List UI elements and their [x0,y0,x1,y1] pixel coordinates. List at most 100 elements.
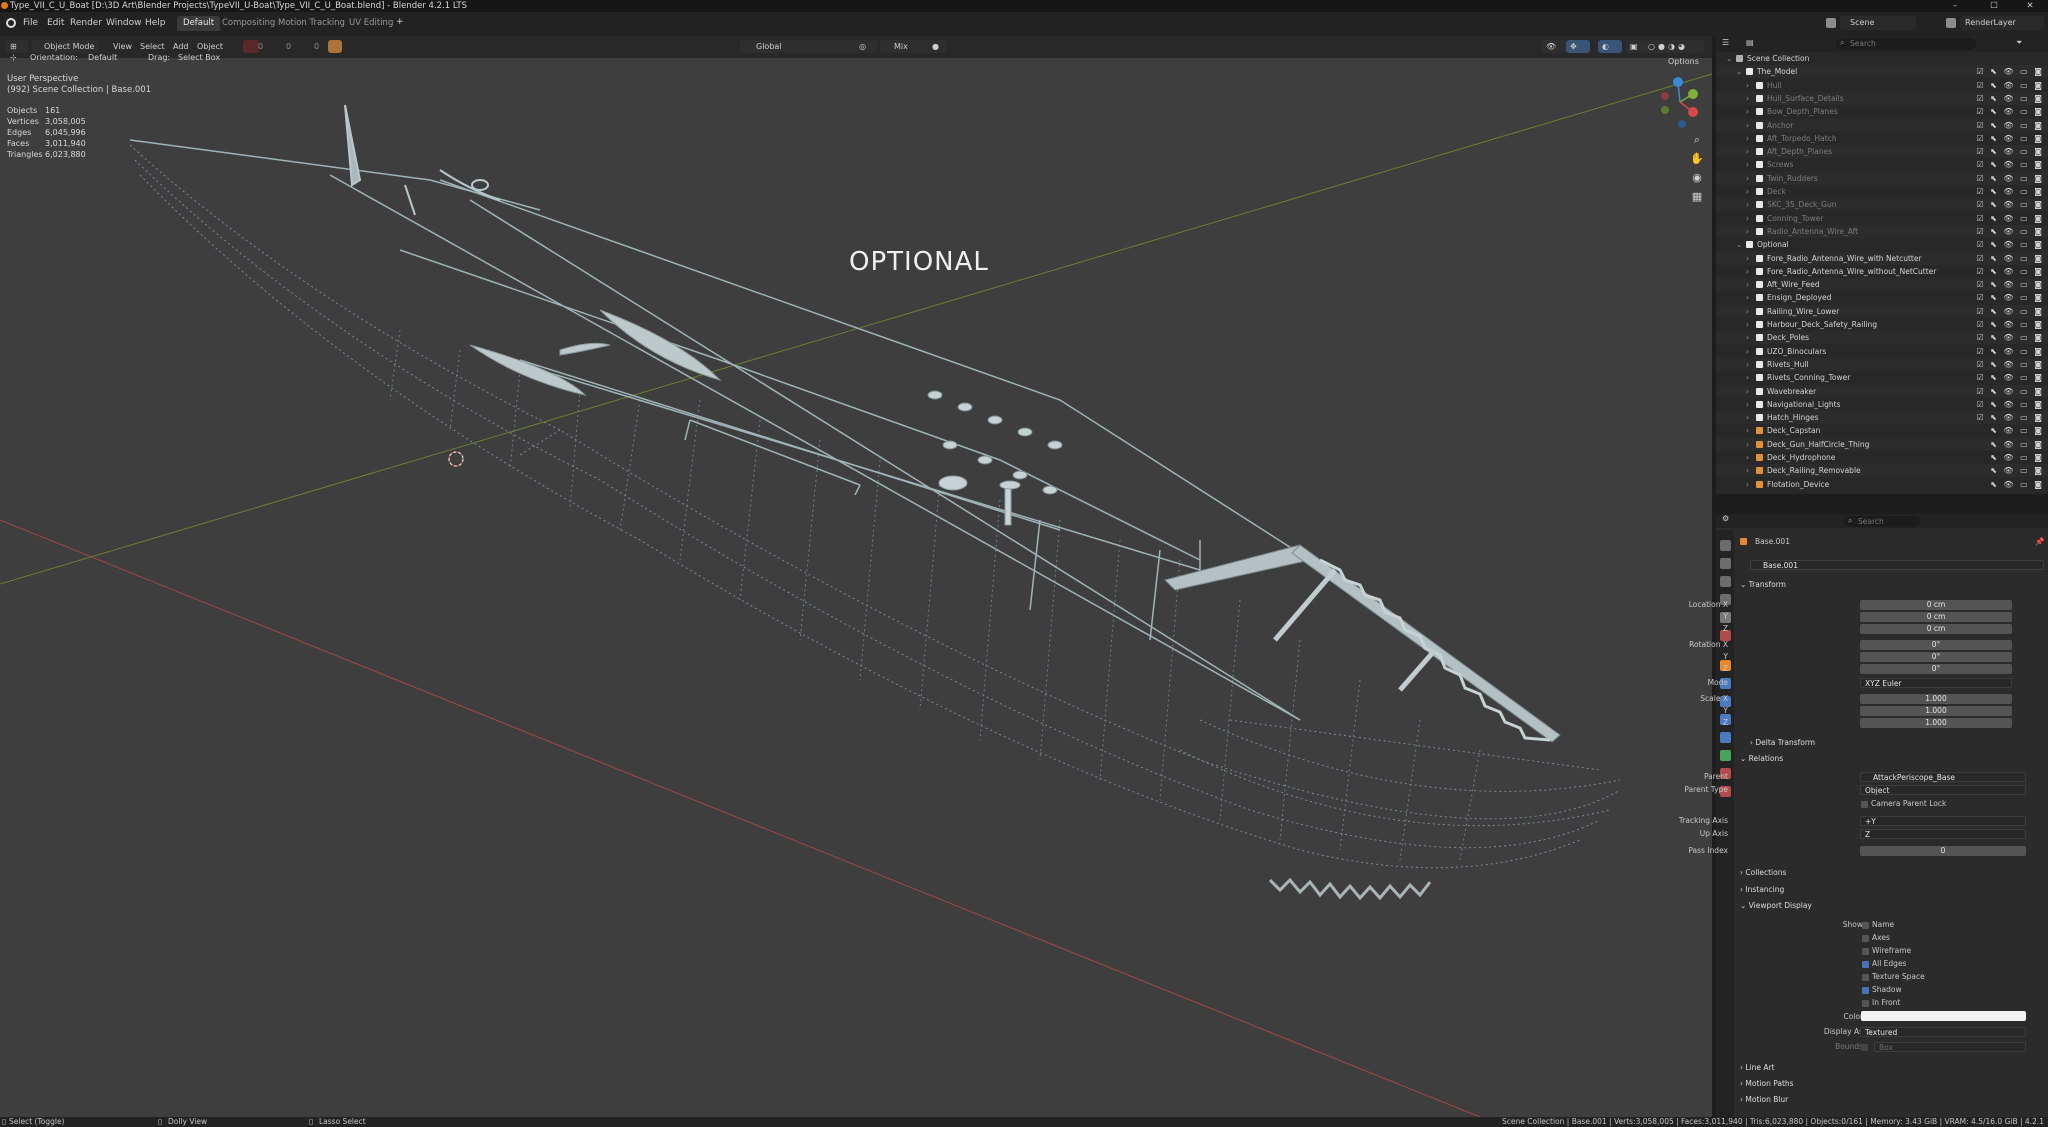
location-x-field[interactable]: 0 cm [1860,600,2012,610]
rotation-mode-dropdown[interactable]: XYZ Euler [1860,678,2012,688]
relations-section-header[interactable]: ⌄ Relations [1740,752,2046,766]
menu-select[interactable]: Select [140,42,165,51]
outliner-item[interactable]: › Fore_Radio_Antenna_Wire_with Netcutter ☑… [1716,251,2048,265]
chevron-right-icon[interactable]: › [1746,225,1749,238]
drag-dropdown[interactable]: Select Box [178,53,220,62]
outliner-item[interactable]: › Rivets_Hull ☑ ⬉ 👁 ▭ ◙ [1716,357,2048,371]
properties-editor-type-icon[interactable]: ⚙ [1722,514,1729,523]
chevron-right-icon[interactable]: › [1746,119,1749,132]
outliner-item[interactable]: › Deck_Capstan ⬉ 👁 ▭ ◙ [1716,424,2048,437]
rotation-z-field[interactable]: 0° [1860,664,2012,674]
visibility-toggles[interactable]: ⬉ 👁 ▭ ◙ [1990,464,2044,477]
transform-section-header[interactable]: ⌄ Transform [1740,578,2046,592]
chevron-right-icon[interactable]: › [1746,145,1749,158]
outliner-item[interactable]: › Railing_Wire_Lower ☑ ⬉ 👁 ▭ ◙ [1716,304,2048,318]
visibility-toggles[interactable]: ☑ ⬉ 👁 ▭ ◙ [1976,172,2044,185]
options-menu[interactable]: Options [1668,57,1699,66]
select-box-tool-icon[interactable]: ⊹ [10,53,17,62]
visibility-toggles[interactable]: ☑ ⬉ 👁 ▭ ◙ [1976,145,2044,158]
chevron-right-icon[interactable]: › [1746,105,1749,118]
chevron-right-icon[interactable]: › [1746,345,1749,358]
data-tab-icon[interactable] [1720,750,1731,761]
navigation-gizmo[interactable] [1655,76,1705,128]
scale-x-field[interactable]: 1.000 [1860,694,2012,704]
outliner-item[interactable]: › Deck_Hydrophone ⬉ 👁 ▭ ◙ [1716,451,2048,464]
outliner-search-input[interactable]: Search ⌕ [1836,38,1976,50]
chevron-right-icon[interactable]: › [1746,252,1749,265]
chevron-right-icon[interactable]: › [1746,79,1749,92]
orientation-dropdown[interactable]: Default [88,53,117,62]
display-as-dropdown[interactable]: Textured [1860,1027,2026,1037]
add-workspace-button[interactable]: + [396,17,404,27]
blender-menu-icon[interactable] [6,18,16,28]
properties-search-input[interactable]: ⌕ Search [1844,516,1920,527]
menu-help[interactable]: Help [145,18,166,28]
menu-view[interactable]: View [113,42,132,51]
outliner-item[interactable]: › Aft_Torpedo_Hatch ☑ ⬉ 👁 ▭ ◙ [1716,132,2048,145]
pivot-point-dropdown[interactable]: ◎ [855,40,877,53]
outliner-item[interactable]: › Twin_Rudders ☑ ⬉ 👁 ▭ ◙ [1716,171,2048,185]
outliner-item[interactable]: › Anchor ☑ ⬉ 👁 ▭ ◙ [1716,118,2048,132]
outliner-item[interactable]: › Conning_Tower ☑ ⬉ 👁 ▭ ◙ [1716,212,2048,225]
bounds-checkbox[interactable] [1861,1044,1868,1051]
visibility-toggles[interactable]: ⬉ 👁 ▭ ◙ [1990,438,2044,451]
visibility-toggles[interactable]: ☑ ⬉ 👁 ▭ ◙ [1976,185,2044,198]
chevron-right-icon[interactable]: › [1746,398,1749,411]
visibility-toggles[interactable]: ☑ ⬉ 👁 ▭ ◙ [1976,398,2044,411]
pass-index-field[interactable]: 0 [1860,846,2026,856]
rotation-y-field[interactable]: 0° [1860,652,2012,662]
outliner-item[interactable]: › Fore_Radio_Antenna_Wire_without_NetCutt… [1716,265,2048,278]
chevron-right-icon[interactable]: › [1746,478,1749,491]
outliner-item[interactable]: › Bow_Depth_Planes ☑ ⬉ 👁 ▭ ◙ [1716,105,2048,118]
visibility-toggles[interactable]: ☑ ⬉ 👁 ▭ ◙ [1976,198,2044,211]
visibility-toggles[interactable]: ☑ ⬉ 👁 ▭ ◙ [1976,65,2044,78]
outliner-item[interactable]: › Hull ☑ ⬉ 👁 ▭ ◙ [1716,79,2048,92]
rotation-x-field[interactable]: 0° [1860,640,2012,650]
up-axis-dropdown[interactable]: Z [1860,829,2026,839]
pin-icon[interactable]: 📌 [2035,537,2044,546]
chevron-right-icon[interactable]: › [1746,411,1749,424]
scale-z-field[interactable]: 1.000 [1860,718,2012,728]
visibility-toggles[interactable]: ☑ ⬉ 👁 ▭ ◙ [1976,331,2044,344]
visibility-toggles[interactable]: ☑ ⬉ 👁 ▭ ◙ [1976,371,2044,384]
outliner-item[interactable]: › Hull_Surface_Details ☑ ⬉ 👁 ▭ ◙ [1716,91,2048,105]
outliner-item[interactable]: › Screws ☑ ⬉ 👁 ▭ ◙ [1716,158,2048,171]
chevron-right-icon[interactable]: › [1746,132,1749,145]
viewport-display-checkbox[interactable] [1862,935,1869,942]
render-tab-icon[interactable] [1720,558,1731,569]
motion-blur-section-header[interactable]: › Motion Blur [1740,1093,2046,1107]
line-art-section-header[interactable]: › Line Art [1740,1061,2046,1075]
visibility-dropdown[interactable]: 👁 [1542,40,1566,53]
outliner-collection-optional[interactable]: ⌄ Optional ☑ ⬉ 👁 ▭ ◙ [1716,238,2048,251]
chevron-right-icon[interactable]: › [1746,185,1749,198]
visibility-toggles[interactable]: ⬉ 👁 ▭ ◙ [1990,424,2044,437]
outliner-item[interactable]: › Deck_Gun_HalfCircle_Thing ⬉ 👁 ▭ ◙ [1716,437,2048,451]
viewport-display-checkbox[interactable] [1862,922,1869,929]
tool-tab-icon[interactable] [1720,540,1731,551]
chevron-right-icon[interactable]: › [1746,451,1749,464]
outliner-item[interactable]: › Deck ☑ ⬉ 👁 ▭ ◙ [1716,185,2048,198]
chevron-right-icon[interactable]: › [1746,172,1749,185]
visibility-toggles[interactable]: ☑ ⬉ 👁 ▭ ◙ [1976,358,2044,371]
outliner-item[interactable]: › Radio_Antenna_Wire_Aft ☑ ⬉ 👁 ▭ ◙ [1716,224,2048,238]
visibility-toggles[interactable]: ☑ ⬉ 👁 ▭ ◙ [1976,305,2044,318]
chevron-right-icon[interactable]: › [1746,291,1749,304]
chevron-right-icon[interactable]: › [1746,331,1749,344]
outliner-display-mode-icon[interactable]: ▤ [1746,38,1754,47]
workspace-tab-default[interactable]: Default [177,16,221,31]
outliner-item[interactable]: › Hatch_Hinges ☑ ⬉ 👁 ▭ ◙ [1716,411,2048,425]
chevron-right-icon[interactable]: › [1746,212,1749,225]
parent-type-dropdown[interactable]: Object [1860,785,2026,795]
visibility-toggles[interactable]: ☑ ⬉ 👁 ▭ ◙ [1976,92,2044,105]
viewport-display-checkbox[interactable] [1862,961,1869,968]
chevron-right-icon[interactable]: › [1746,371,1749,384]
outliner-item[interactable]: › Deck_Poles ☑ ⬉ 👁 ▭ ◙ [1716,331,2048,345]
chevron-right-icon[interactable]: › [1746,464,1749,477]
outliner-item[interactable]: › Aft_Wire_Feed ☑ ⬉ 👁 ▭ ◙ [1716,278,2048,292]
scale-y-field[interactable]: 1.000 [1860,706,2012,716]
visibility-toggles[interactable]: ☑ ⬉ 👁 ▭ ◙ [1976,225,2044,238]
visibility-toggles[interactable]: ⬉ 👁 ▭ ◙ [1990,478,2044,491]
outliner-item[interactable]: › SKC_35_Deck_Gun ☑ ⬉ 👁 ▭ ◙ [1716,198,2048,212]
toggle-perspective-icon[interactable]: ▦ [1689,189,1705,205]
visibility-toggles[interactable]: ☑ ⬉ 👁 ▭ ◙ [1976,252,2044,265]
